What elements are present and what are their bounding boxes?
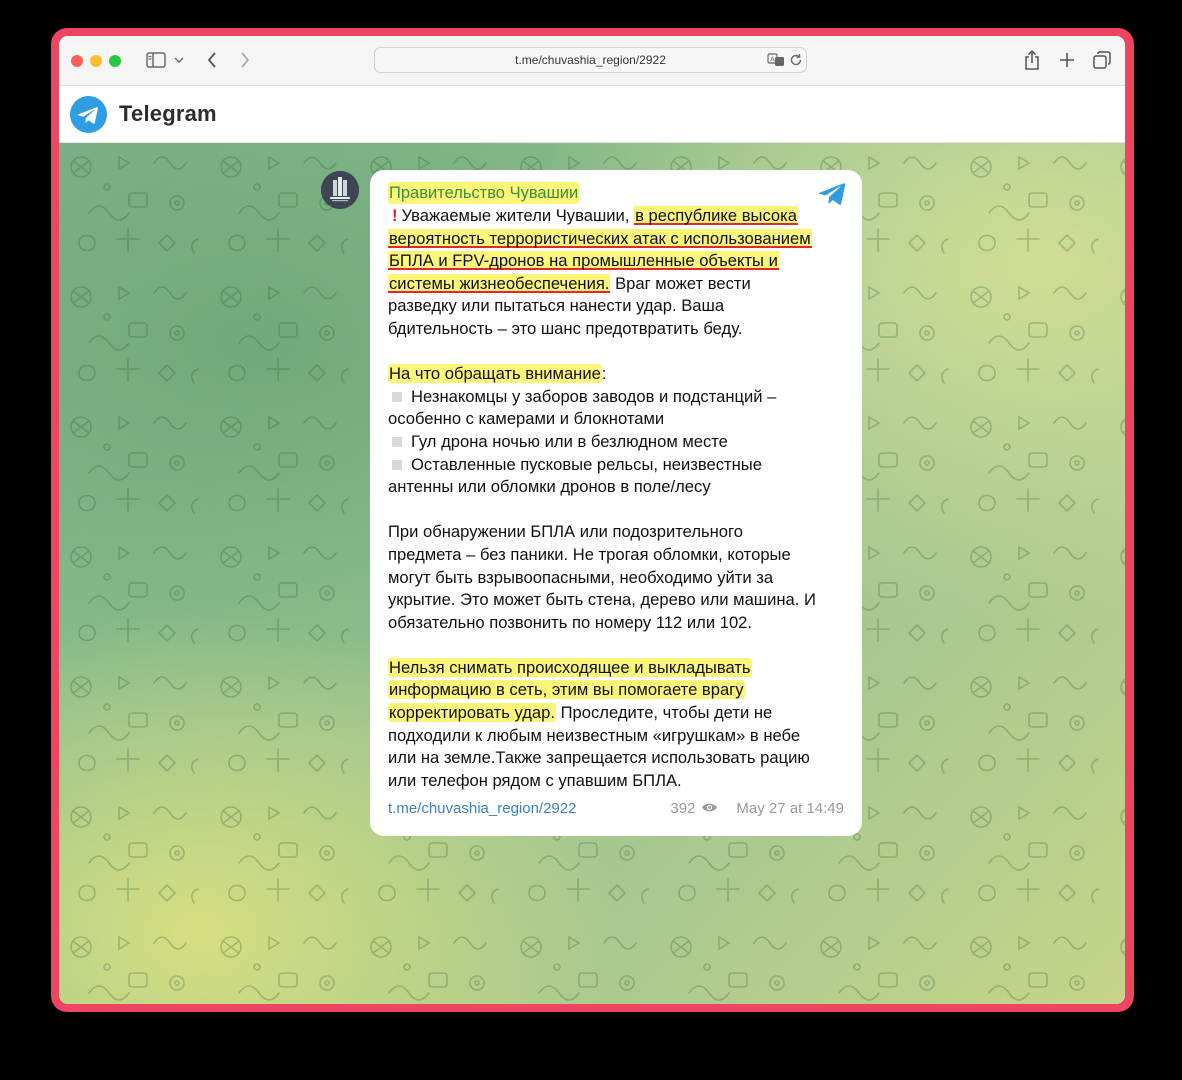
- reload-icon[interactable]: [789, 53, 803, 72]
- highlighted-text: в республике высока: [634, 206, 799, 225]
- bullet-text: особенно с камерами и блокнотами: [388, 409, 665, 429]
- view-count: 392: [670, 800, 696, 817]
- body-text: разведку или пытаться нанести удар. Ваша: [388, 296, 725, 316]
- highlighted-text: БПЛА и FPV-дронов на промышленные объект…: [388, 251, 779, 271]
- colon-text: :: [601, 364, 607, 384]
- browser-window: t.me/chuvashia_region/2922 A Telegram Пр…: [59, 36, 1125, 1004]
- body-text: или телефон рядом с упавшим БПЛА.: [388, 770, 682, 790]
- telegram-logo-icon[interactable]: [70, 96, 107, 138]
- highlighted-text: корректировать удар.: [388, 703, 556, 723]
- bullet-square-icon: [392, 459, 402, 470]
- telegram-share-icon[interactable]: [818, 182, 846, 211]
- highlighted-text: вероятность террористических атак с испо…: [388, 228, 812, 248]
- app-title: Telegram: [119, 101, 217, 126]
- telegram-header: Telegram: [59, 86, 1125, 143]
- bullet-square-icon: [392, 436, 402, 447]
- address-bar[interactable]: t.me/chuvashia_region/2922 A: [374, 47, 807, 73]
- message-bubble: Правительство Чувашии ! Уважаемые жители …: [370, 170, 862, 836]
- tab-overview-icon[interactable]: [1092, 48, 1112, 72]
- share-icon[interactable]: [1022, 48, 1042, 72]
- back-icon[interactable]: [205, 48, 219, 72]
- highlighted-text: Нельзя снимать происходящее и выкладыват…: [388, 657, 752, 677]
- chevron-down-icon[interactable]: [173, 48, 185, 72]
- body-text: обязательно позвонить по номеру 112 или …: [388, 612, 753, 632]
- body-text: или на земле.Также запрещается использов…: [388, 748, 810, 768]
- zoom-window-button[interactable]: [109, 55, 121, 67]
- bullet-square-icon: [392, 391, 402, 402]
- translate-icon[interactable]: A: [767, 53, 785, 72]
- body-text: Проследите, чтобы дети не: [560, 703, 773, 723]
- body-text: бдительность – это шанс предотвратить бе…: [388, 318, 743, 338]
- close-window-button[interactable]: [71, 55, 83, 67]
- body-text: При обнаружении БПЛА или подозрительного: [388, 522, 743, 542]
- message-date: May 27 at 14:49: [736, 800, 844, 817]
- highlighted-text: системы жизнеобеспечения.: [388, 273, 611, 293]
- browser-toolbar: t.me/chuvashia_region/2922 A: [59, 36, 1125, 86]
- body-text: подходили к любым неизвестным «игрушкам»…: [388, 725, 801, 745]
- body-text: укрытие. Это может быть стена, дерево ил…: [388, 590, 816, 610]
- forward-icon[interactable]: [238, 48, 252, 72]
- section-title: На что обращать внимание: [388, 364, 602, 384]
- message-meta: 392 May 27 at 14:49: [670, 800, 844, 817]
- minimize-window-button[interactable]: [90, 55, 102, 67]
- highlighted-text: информацию в сеть, этим вы помогаете вра…: [388, 680, 745, 700]
- exclamation-icon: !: [392, 206, 398, 225]
- body-text: предмета – без паники. Не трогая обломки…: [388, 544, 791, 564]
- bullet-text: Незнакомцы у заборов заводов и подстанци…: [411, 386, 777, 406]
- sidebar-icon[interactable]: [145, 48, 167, 72]
- body-text: Враг может вести: [615, 273, 751, 293]
- bullet-text: антенны или обломки дронов в поле/лесу: [388, 477, 711, 497]
- channel-avatar[interactable]: [321, 171, 359, 209]
- svg-text:A: A: [770, 56, 775, 64]
- url-text: t.me/chuvashia_region/2922: [515, 53, 666, 67]
- eye-icon: [701, 800, 718, 817]
- body-text: могут быть взрывоопасными, необходимо уй…: [388, 567, 774, 587]
- intro-text: Уважаемые жители Чувашии,: [401, 206, 630, 225]
- message-text: ! Уважаемые жители Чувашии, в республике …: [388, 205, 844, 792]
- post-link[interactable]: t.me/chuvashia_region/2922: [388, 800, 576, 817]
- new-tab-icon[interactable]: [1057, 48, 1077, 72]
- bullet-text: Гул дрона ночью или в безлюдном месте: [411, 431, 728, 451]
- bullet-text: Оставленные пусковые рельсы, неизвестные: [411, 454, 762, 474]
- message-footer: t.me/chuvashia_region/2922 392 May 27 at…: [388, 800, 844, 820]
- channel-name[interactable]: Правительство Чувашии: [388, 182, 580, 204]
